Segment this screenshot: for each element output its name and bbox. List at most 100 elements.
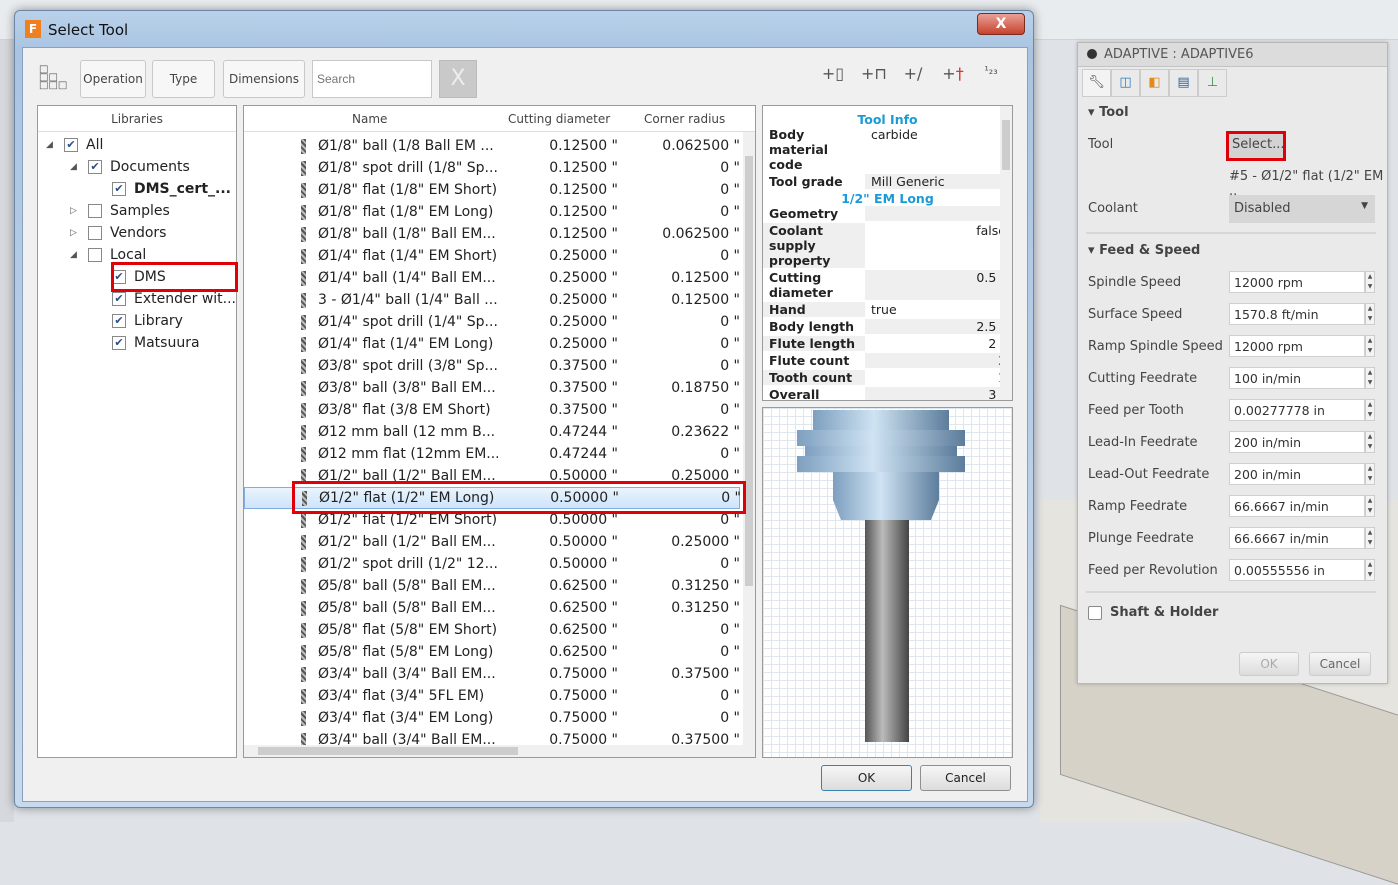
- field-input[interactable]: 12000 rpm: [1229, 335, 1365, 357]
- shaft-holder-checkbox[interactable]: [1088, 605, 1102, 620]
- tool-row[interactable]: Ø3/4" ball (3/4" Ball EM... 0.75000 " 0.37…: [244, 663, 740, 685]
- field-input[interactable]: 200 in/min: [1229, 431, 1365, 453]
- tool-row[interactable]: Ø3/8" spot drill (3/8" Sp... 0.37500 " 0 ": [244, 355, 740, 377]
- tab-geometry-icon[interactable]: ◫: [1111, 69, 1140, 97]
- collapse-icon[interactable]: [1087, 49, 1097, 59]
- tool-row[interactable]: Ø5/8" flat (5/8" EM Short) 0.62500 " 0 ": [244, 619, 740, 641]
- feed-speed-section-header[interactable]: ▾ Feed & Speed: [1088, 243, 1200, 258]
- renumber-icon[interactable]: ¹₂₃: [979, 64, 1003, 94]
- tab-linking-icon[interactable]: ⊥: [1198, 69, 1227, 97]
- panel-ok-button[interactable]: OK: [1239, 652, 1299, 676]
- tool-row[interactable]: Ø1/8" ball (1/8" Ball EM... 0.12500 " 0.06…: [244, 223, 740, 245]
- tool-row[interactable]: Ø3/4" flat (3/4" EM Long) 0.75000 " 0 ": [244, 707, 740, 729]
- spinner-arrows-icon[interactable]: ▲ ▼: [1365, 399, 1375, 421]
- tool-row[interactable]: Ø1/8" flat (1/8" EM Long) 0.12500 " 0 ": [244, 201, 740, 223]
- tool-list-vertical-scrollbar[interactable]: [743, 132, 755, 747]
- spinner-arrows-icon[interactable]: ▲ ▼: [1365, 335, 1375, 357]
- tool-row[interactable]: Ø1/2" spot drill (1/2" 12... 0.50000 " 0 ": [244, 553, 740, 575]
- library-checkbox[interactable]: ✔: [64, 138, 78, 152]
- column-header-name[interactable]: Name: [352, 112, 387, 126]
- new-mill-tool-icon[interactable]: +▯: [821, 64, 845, 94]
- tool-info-scrollbar[interactable]: [1000, 106, 1012, 400]
- ok-button[interactable]: OK: [821, 765, 912, 791]
- tool-row[interactable]: Ø5/8" flat (5/8" EM Long) 0.62500 " 0 ": [244, 641, 740, 663]
- tool-row[interactable]: Ø12 mm flat (12mm EM... 0.47244 " 0 ": [244, 443, 740, 465]
- spinner-arrows-icon[interactable]: ▲ ▼: [1365, 495, 1375, 517]
- tool-row[interactable]: Ø1/4" flat (1/4" EM Short) 0.25000 " 0 ": [244, 245, 740, 267]
- tab-passes-icon[interactable]: ▤: [1169, 69, 1198, 97]
- tool-row[interactable]: Ø3/8" ball (3/8" Ball EM... 0.37500 " 0.18…: [244, 377, 740, 399]
- new-probe-icon[interactable]: +†: [941, 64, 965, 94]
- group-by-icon[interactable]: □ □□ □□□: [39, 65, 67, 92]
- tool-row[interactable]: Ø1/8" spot drill (1/8" Sp... 0.12500 " 0 ": [244, 157, 740, 179]
- new-holder-icon[interactable]: +⊓: [861, 64, 887, 94]
- dimensions-filter-button[interactable]: Dimensions: [223, 60, 305, 98]
- library-checkbox[interactable]: ✔: [88, 160, 102, 174]
- field-input[interactable]: 66.6667 in/min: [1229, 495, 1365, 517]
- tool-section-header[interactable]: ▾ Tool: [1088, 105, 1129, 120]
- library-dms-cert[interactable]: ✔ DMS_cert_...: [94, 178, 231, 200]
- tool-row[interactable]: Ø1/8" ball (1/8 Ball EM ... 0.12500 " 0.06…: [244, 135, 740, 157]
- column-header-cutting-diameter[interactable]: Cutting diameter: [508, 112, 610, 126]
- library-all[interactable]: ◢ ✔ All: [46, 134, 103, 156]
- tool-row[interactable]: Ø5/8" ball (5/8" Ball EM... 0.62500 " 0.31…: [244, 575, 740, 597]
- tool-row[interactable]: Ø1/4" ball (1/4" Ball EM... 0.25000 " 0.12…: [244, 267, 740, 289]
- field-input[interactable]: 200 in/min: [1229, 463, 1365, 485]
- library-vendors[interactable]: ▷ Vendors: [70, 222, 166, 244]
- title-bar[interactable]: F Select Tool X: [15, 11, 1033, 47]
- close-button[interactable]: X: [977, 13, 1025, 35]
- field-input[interactable]: 0.00277778 in: [1229, 399, 1365, 421]
- search-input[interactable]: [312, 60, 432, 98]
- tool-row[interactable]: Ø3/8" flat (3/8 EM Short) 0.37500 " 0 ": [244, 399, 740, 421]
- library-checkbox[interactable]: ✔: [112, 182, 126, 196]
- field-input[interactable]: 1570.8 ft/min: [1229, 303, 1365, 325]
- tool-row[interactable]: Ø1/8" flat (1/8" EM Short) 0.12500 " 0 ": [244, 179, 740, 201]
- library-checkbox[interactable]: [88, 204, 102, 218]
- expand-arrow-icon[interactable]: ◢: [46, 140, 60, 150]
- tab-heights-icon[interactable]: ◧: [1140, 69, 1169, 97]
- field-input[interactable]: 12000 rpm: [1229, 271, 1365, 293]
- cancel-button[interactable]: Cancel: [920, 765, 1011, 791]
- tool-row[interactable]: Ø1/4" spot drill (1/4" Sp... 0.25000 " 0 ": [244, 311, 740, 333]
- clear-search-button[interactable]: X: [439, 60, 477, 98]
- field-input[interactable]: 66.6667 in/min: [1229, 527, 1365, 549]
- operation-filter-button[interactable]: Operation: [80, 60, 146, 98]
- type-filter-button[interactable]: Type: [152, 60, 215, 98]
- library-library[interactable]: ✔ Library: [94, 310, 183, 332]
- tool-row[interactable]: Ø5/8" ball (5/8" Ball EM... 0.62500 " 0.31…: [244, 597, 740, 619]
- spinner-arrows-icon[interactable]: ▲ ▼: [1365, 271, 1375, 293]
- tool-row[interactable]: 3 - Ø1/4" ball (1/4" Ball ... 0.25000 " 0.…: [244, 289, 740, 311]
- tool-row[interactable]: Ø1/2" ball (1/2" Ball EM... 0.50000 " 0.25…: [244, 531, 740, 553]
- expand-arrow-icon[interactable]: ▷: [70, 206, 84, 216]
- expand-arrow-icon[interactable]: ◢: [70, 162, 84, 172]
- library-samples[interactable]: ▷ Samples: [70, 200, 170, 222]
- spinner-arrows-icon[interactable]: ▲ ▼: [1365, 527, 1375, 549]
- shaft-holder-toggle[interactable]: Shaft & Holder: [1088, 605, 1218, 620]
- column-header-corner-radius[interactable]: Corner radius: [644, 112, 725, 126]
- library-checkbox[interactable]: ✔: [112, 292, 126, 306]
- spinner-arrows-icon[interactable]: ▲ ▼: [1365, 431, 1375, 453]
- library-matsuura[interactable]: ✔ Matsuura: [94, 332, 200, 354]
- spinner-arrows-icon[interactable]: ▲ ▼: [1365, 367, 1375, 389]
- field-input[interactable]: 0.00555556 in: [1229, 559, 1365, 581]
- tab-tool-icon[interactable]: 🔧︎: [1082, 69, 1111, 97]
- library-documents[interactable]: ◢ ✔ Documents: [70, 156, 190, 178]
- spinner-arrows-icon[interactable]: ▲ ▼: [1365, 303, 1375, 325]
- spinner-arrows-icon[interactable]: ▲ ▼: [1365, 463, 1375, 485]
- new-turning-tool-icon[interactable]: +/: [901, 64, 925, 94]
- library-checkbox[interactable]: [88, 248, 102, 262]
- coolant-dropdown[interactable]: Disabled ▼: [1229, 195, 1375, 223]
- field-input[interactable]: 100 in/min: [1229, 367, 1365, 389]
- select-tool-button[interactable]: Select...: [1226, 131, 1286, 161]
- library-checkbox[interactable]: [88, 226, 102, 240]
- expand-arrow-icon[interactable]: ◢: [70, 250, 84, 260]
- spinner-arrows-icon[interactable]: ▲ ▼: [1365, 559, 1375, 581]
- expand-arrow-icon[interactable]: ▷: [70, 228, 84, 238]
- library-checkbox[interactable]: ✔: [112, 314, 126, 328]
- tool-row[interactable]: Ø1/4" flat (1/4" EM Long) 0.25000 " 0 ": [244, 333, 740, 355]
- tool-row[interactable]: Ø12 mm ball (12 mm B... 0.47244 " 0.23622 …: [244, 421, 740, 443]
- panel-cancel-button[interactable]: Cancel: [1309, 652, 1371, 676]
- library-checkbox[interactable]: ✔: [112, 336, 126, 350]
- tool-row[interactable]: Ø3/4" flat (3/4" 5FL EM) 0.75000 " 0 ": [244, 685, 740, 707]
- tool-list-horizontal-scrollbar[interactable]: [244, 745, 755, 757]
